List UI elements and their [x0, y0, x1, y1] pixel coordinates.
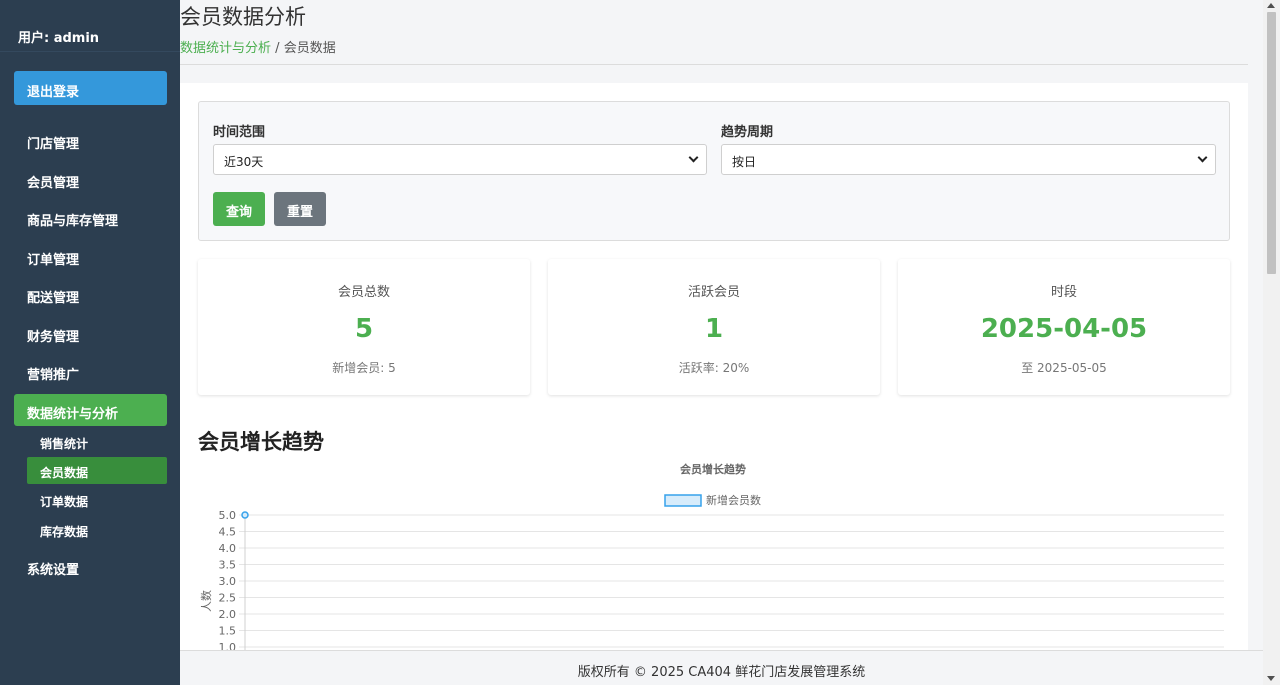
- stat-label: 会员总数: [337, 285, 390, 300]
- chevron-down-icon: [1197, 152, 1208, 163]
- legend-label: 新增会员数: [706, 493, 761, 507]
- sidebar-item-marketing[interactable]: 营销推广: [14, 355, 167, 387]
- stat-value: 5: [354, 314, 374, 344]
- sidebar: 用户: admin 退出登录 门店管理 会员管理 商品与库存管理 订单管理 配送…: [0, 0, 180, 685]
- sidebar-item-delivery[interactable]: 配送管理: [14, 278, 167, 310]
- sidebar-item-orders[interactable]: 订单管理: [14, 240, 167, 272]
- sidebar-item-members[interactable]: 会员管理: [14, 163, 167, 195]
- scrollbar[interactable]: [1263, 0, 1280, 685]
- legend-swatch: [664, 494, 702, 507]
- range-select[interactable]: 近30天: [213, 144, 707, 175]
- section-title: 会员增长趋势: [198, 430, 324, 454]
- member-growth-chart: 会员增长趋势新增会员数 5.0 4.5 4.0 3.5 3.0 2.5 2.0 1.5 1.0 人数: [198, 455, 1230, 650]
- period-select-value: 按日: [732, 155, 757, 169]
- sidebar-item-analytics[interactable]: 数据统计与分析: [14, 394, 167, 426]
- y-tick-label: 3.0: [219, 575, 237, 588]
- y-axis-label: 人数: [200, 590, 213, 612]
- period-select[interactable]: 按日: [721, 144, 1216, 175]
- stat-card-period: 时段 2025-04-05 至 2025-05-05: [898, 259, 1230, 395]
- stat-label: 时段: [1050, 285, 1077, 300]
- scroll-up-arrow-icon[interactable]: [1267, 3, 1275, 8]
- sidebar-subitem-members[interactable]: 会员数据: [27, 457, 167, 484]
- sidebar-subitem-sales[interactable]: 销售统计: [27, 428, 167, 455]
- chevron-down-icon: [688, 152, 699, 163]
- y-tick-label: 5.0: [219, 509, 237, 522]
- range-label: 时间范围: [213, 125, 266, 140]
- filter-panel: 时间范围 近30天 趋势周期 按日 查询 重置: [198, 101, 1230, 241]
- page-title: 会员数据分析: [180, 5, 306, 29]
- scroll-down-arrow-icon[interactable]: [1267, 676, 1275, 681]
- scrollbar-thumb[interactable]: [1267, 12, 1276, 274]
- period-label: 趋势周期: [721, 125, 774, 140]
- stat-value: 2025-04-05: [980, 314, 1148, 344]
- stat-subtext: 活跃率: 20%: [678, 361, 750, 375]
- data-point: [241, 511, 249, 519]
- y-tick-label: 4.5: [219, 526, 237, 539]
- chart-canvas: 会员增长趋势新增会员数 5.0 4.5 4.0 3.5 3.0 2.5 2.0 1.5 1.0 人数: [200, 462, 1224, 650]
- stat-label: 活跃会员: [687, 285, 740, 300]
- y-tick-label: 2.0: [219, 608, 237, 621]
- y-tick-label: 4.0: [219, 542, 237, 555]
- sidebar-subitem-inventory[interactable]: 库存数据: [27, 516, 167, 543]
- current-user: 用户: admin: [0, 0, 180, 52]
- footer: 版权所有 © 2025 CA404 鲜花门店发展管理系统: [180, 650, 1263, 685]
- y-tick-label: 2.5: [219, 592, 237, 605]
- range-select-value: 近30天: [224, 155, 264, 169]
- stat-subtext: 新增会员: 5: [332, 361, 396, 375]
- sidebar-item-settings[interactable]: 系统设置: [14, 550, 167, 582]
- page-header: 会员数据分析 数据统计与分析 / 会员数据: [180, 0, 1248, 65]
- logout-button[interactable]: 退出登录: [14, 71, 167, 105]
- reset-button[interactable]: 重置: [274, 192, 326, 226]
- breadcrumb-current: 会员数据: [283, 41, 336, 56]
- breadcrumb-link[interactable]: 数据统计与分析: [180, 41, 271, 56]
- stat-value: 1: [704, 314, 724, 344]
- y-tick-label: 1.5: [219, 625, 237, 638]
- sidebar-item-finance[interactable]: 财务管理: [14, 317, 167, 349]
- stat-card-total-members: 会员总数 5 新增会员: 5: [198, 259, 530, 395]
- y-tick-label: 1.0: [219, 641, 237, 650]
- query-button[interactable]: 查询: [213, 192, 265, 226]
- stat-subtext: 至 2025-05-05: [1021, 361, 1107, 375]
- stat-card-active-members: 活跃会员 1 活跃率: 20%: [548, 259, 880, 395]
- sidebar-item-stores[interactable]: 门店管理: [14, 124, 167, 156]
- sidebar-subitem-orders[interactable]: 订单数据: [27, 486, 167, 513]
- breadcrumb: 数据统计与分析 / 会员数据: [180, 37, 336, 56]
- y-tick-label: 3.5: [219, 559, 237, 572]
- sidebar-item-products[interactable]: 商品与库存管理: [14, 201, 167, 233]
- chart-title: 会员增长趋势: [680, 462, 746, 476]
- main-content: 时间范围 近30天 趋势周期 按日 查询 重置 会员总数 5 新增会员: 5 活…: [180, 83, 1248, 650]
- breadcrumb-separator: /: [275, 41, 280, 56]
